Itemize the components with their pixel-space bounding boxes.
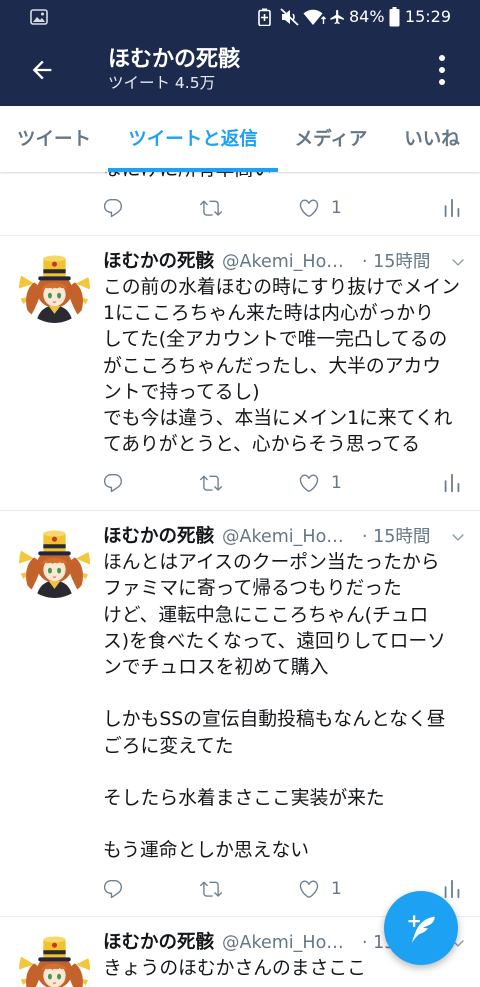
retweet-icon [199, 472, 223, 494]
tab-indicator [108, 168, 278, 172]
analytics-button[interactable] [441, 878, 463, 900]
power-saving-icon [258, 8, 271, 26]
tab-likes[interactable]: いいね [384, 106, 480, 172]
like-button[interactable] [298, 472, 320, 494]
tweet-count-subtitle: ツイート 4.5万 [108, 74, 216, 92]
like-count: 1 [331, 197, 342, 218]
tweet-text-line: もう運命としか思えない [103, 840, 310, 862]
reply-button[interactable] [102, 197, 124, 219]
tweet-author-name[interactable]: ほむかの死骸 [103, 250, 214, 274]
tweet-author-handle[interactable]: @Akemi_Ho… [222, 250, 344, 274]
chevron-down-icon[interactable] [450, 254, 466, 270]
analytics-button[interactable] [441, 197, 463, 219]
tweet-text-line: ス)を食べたくなって、遠回りしてローソ [103, 630, 446, 652]
tweet-text-line: そしたら水着まさここ実装が来た [103, 787, 385, 809]
tweet-text-line: ごろに変えてた [103, 735, 234, 757]
timeline[interactable]: なにげに所有率高い 1 ほむかの死骸 @Akemi_Ho… · 15時間 この前… [0, 172, 480, 987]
tweet-text-line: なにげに所有率高い [103, 172, 473, 183]
tweet-header: ほむかの死骸 @Akemi_Ho… · 15時間 [0, 525, 480, 549]
tweet-actions: 1 [0, 463, 480, 503]
reply-icon [102, 472, 124, 494]
heart-icon [298, 197, 320, 219]
profile-name-title: ほむかの死骸 [108, 47, 241, 72]
tweet-text-line [103, 760, 473, 786]
compose-tweet-button[interactable] [384, 891, 458, 965]
tweet-timestamp[interactable]: · 15時間 [362, 525, 430, 549]
tweet[interactable]: ほむかの死骸 @Akemi_Ho… · 15時間 この前の水着ほむの時にすり抜け… [0, 236, 480, 512]
tweet-text-line: ほんとはアイスのクーポン当たったから [103, 552, 440, 574]
tweet-timestamp[interactable]: · 15時間 [362, 250, 430, 274]
tweet-text-line: しかもSSの宣伝自動投稿もなんとなく昼 [103, 709, 446, 731]
tweet-text-line: けど、運転中急にこころちゃん(チュロ [103, 604, 429, 626]
more-vert-icon[interactable] [434, 54, 450, 86]
tweet-author-name[interactable]: ほむかの死骸 [103, 525, 214, 549]
heart-icon [298, 878, 320, 900]
tweet-text-line: この前の水着ほむの時にすり抜けでメイン [103, 276, 461, 298]
analytics-icon [441, 472, 463, 494]
tab-label: ツイートと返信 [128, 129, 258, 150]
tweet-text: ほんとはアイスのクーポン当たったから ファミマに寄って帰るつもりだった けど、運… [103, 550, 473, 864]
tweet-text-line: てありがとうと、心からそう思ってる [103, 434, 421, 456]
retweet-icon [199, 197, 223, 219]
analytics-button[interactable] [441, 472, 463, 494]
clock: 15:29 [404, 7, 451, 26]
like-count: 1 [331, 473, 342, 494]
tweet-text-line [103, 812, 473, 838]
tweet-header: ほむかの死骸 @Akemi_Ho… · 15時間 [0, 250, 480, 274]
tweet-author-name[interactable]: ほむかの死骸 [103, 931, 214, 955]
tab-tweets-and-replies[interactable]: ツイートと返信 [108, 106, 278, 172]
battery-icon [389, 7, 400, 27]
profile-header: ほむかの死骸 ツイート 4.5万 [0, 34, 480, 106]
mute-icon [280, 8, 299, 26]
reply-icon [102, 878, 124, 900]
heart-icon [298, 472, 320, 494]
battery-percentage: 84% [349, 7, 385, 26]
analytics-icon [441, 878, 463, 900]
like-button[interactable] [298, 197, 320, 219]
tab-label: メディア [294, 129, 368, 150]
profile-tabs: ツイート ツイートと返信 メディア いいね [0, 106, 480, 172]
analytics-icon [441, 197, 463, 219]
tweet-text-line: ンでチュロスを初めて購入 [103, 656, 329, 678]
like-count: 1 [331, 879, 342, 900]
tweet-actions: 1 [0, 188, 480, 228]
tweet-text-line: してた(全アカウントで唯一完凸してるの [103, 329, 448, 351]
chevron-down-icon[interactable] [450, 529, 466, 545]
status-bar: 84% 15:29 [0, 0, 480, 34]
tab-label: ツイート [16, 129, 91, 150]
tweet-text-line: でも今は違う、本当にメイン1に来てくれ [103, 407, 453, 429]
tweet-text: なにげに所有率高い [103, 172, 473, 183]
tweet-text-line: 1にこころちゃん来た時は内心がっかり [103, 303, 434, 325]
tweet[interactable]: なにげに所有率高い 1 [0, 172, 480, 236]
wifi-icon [303, 9, 326, 25]
airplane-mode-icon [330, 9, 344, 25]
tweet-text-line: ントで持ってるし) [103, 381, 260, 403]
compose-tweet-icon [408, 915, 435, 943]
retweet-icon [199, 878, 223, 900]
reply-button[interactable] [102, 878, 124, 900]
tweet-text-line: ファミマに寄って帰るつもりだった [103, 578, 402, 600]
reply-button[interactable] [102, 472, 124, 494]
reply-icon [102, 197, 124, 219]
tab-tweets[interactable]: ツイート [0, 106, 108, 172]
tweet-author-handle[interactable]: @Akemi_Ho… [222, 525, 344, 549]
tweet-text: この前の水着ほむの時にすり抜けでメイン 1にこころちゃん来た時は内心がっかり し… [103, 275, 473, 458]
like-button[interactable] [298, 878, 320, 900]
tweet-author-handle[interactable]: @Akemi_Ho… [222, 931, 344, 955]
tab-media[interactable]: メディア [278, 106, 384, 172]
retweet-button[interactable] [199, 472, 223, 494]
tweet[interactable]: ほむかの死骸 @Akemi_Ho… · 15時間 ほんとはアイスのクーポン当たっ… [0, 511, 480, 918]
tweet-text-line [103, 681, 473, 707]
tweet-text-line: がこころちゃんだったし、大半のアカウ [103, 355, 442, 377]
back-arrow-icon[interactable] [28, 56, 56, 84]
tab-label: いいね [404, 129, 460, 150]
retweet-button[interactable] [199, 197, 223, 219]
retweet-button[interactable] [199, 878, 223, 900]
gallery-icon [30, 9, 48, 25]
